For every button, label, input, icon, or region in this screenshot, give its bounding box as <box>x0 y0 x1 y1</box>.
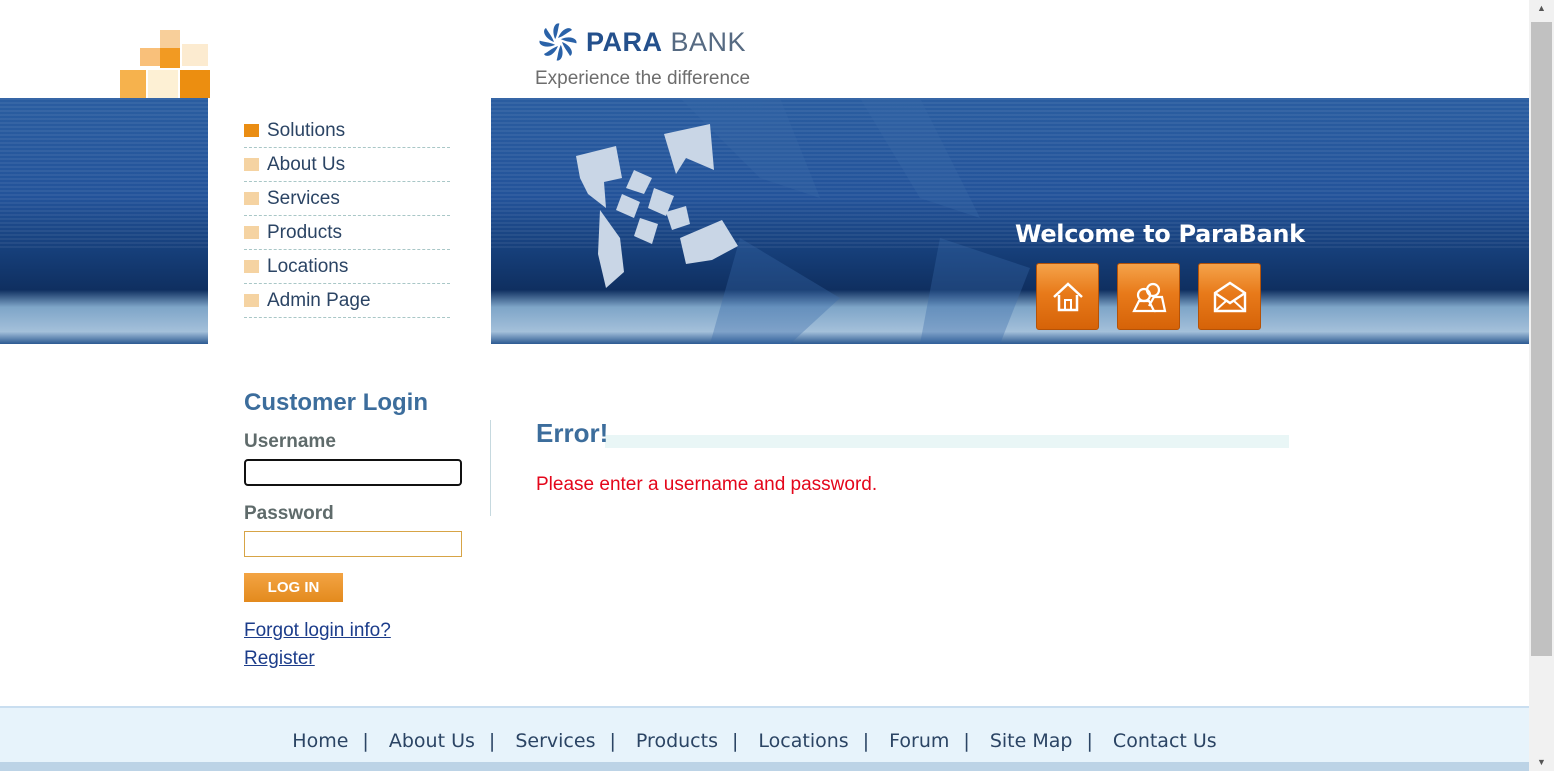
home-button[interactable] <box>1036 263 1099 330</box>
footer-link-products[interactable]: Products <box>636 730 718 752</box>
error-message: Please enter a username and password. <box>536 474 878 495</box>
bullet-icon <box>244 124 259 137</box>
username-label: Username <box>244 431 336 452</box>
login-button[interactable]: LOG IN <box>244 573 343 602</box>
page: PARA BANK Experience the difference Welc… <box>0 0 1554 771</box>
contact-button[interactable] <box>1198 263 1261 330</box>
pinwheel-icon <box>539 23 577 61</box>
bullet-icon <box>244 226 259 239</box>
logo-text: PARA BANK <box>586 26 747 57</box>
nav-item-services[interactable]: Services <box>244 182 450 216</box>
cubes-logo <box>120 30 210 98</box>
error-title: Error! <box>536 418 609 448</box>
about-icon <box>1131 282 1166 312</box>
password-input[interactable] <box>244 531 462 557</box>
nav-item-products[interactable]: Products <box>244 216 450 250</box>
password-label: Password <box>244 503 334 524</box>
vertical-scrollbar[interactable]: ▲ ▼ <box>1529 0 1554 771</box>
customer-login-title: Customer Login <box>244 389 428 416</box>
bullet-icon <box>244 260 259 273</box>
footer-link-site-map[interactable]: Site Map <box>990 730 1073 752</box>
contact-icon <box>1213 281 1246 312</box>
tagline: Experience the difference <box>535 68 751 89</box>
scroll-up-arrow-icon[interactable]: ▲ <box>1529 0 1554 17</box>
nav-item-solutions[interactable]: Solutions <box>244 114 450 148</box>
nav-item-admin-page[interactable]: Admin Page <box>244 284 450 318</box>
bullet-icon <box>244 192 259 205</box>
username-input[interactable] <box>244 459 462 486</box>
about-button[interactable] <box>1117 263 1180 330</box>
nav-item-locations[interactable]: Locations <box>244 250 450 284</box>
forgot-login-link[interactable]: Forgot login info? <box>244 620 391 642</box>
footer-link-services[interactable]: Services <box>515 730 595 752</box>
scroll-down-arrow-icon[interactable]: ▼ <box>1529 754 1554 771</box>
footer-link-locations[interactable]: Locations <box>758 730 848 752</box>
footer-link-forum[interactable]: Forum <box>889 730 949 752</box>
nav-item-about-us[interactable]: About Us <box>244 148 450 182</box>
title-underline <box>605 435 1289 448</box>
arrows-graphic <box>576 98 1030 344</box>
bullet-icon <box>244 294 259 307</box>
home-icon <box>1052 281 1083 311</box>
bullet-icon <box>244 158 259 171</box>
register-link[interactable]: Register <box>244 648 315 670</box>
parabank-logo[interactable]: PARA BANK <box>536 18 746 66</box>
left-nav: Solutions About Us Services Products Loc… <box>244 114 450 318</box>
divider <box>490 420 491 516</box>
footer-link-home[interactable]: Home <box>292 730 348 752</box>
scrollbar-thumb[interactable] <box>1531 22 1552 656</box>
footer-links: Home | About Us | Services | Products | Loca… <box>292 730 1217 752</box>
welcome-text: Welcome to ParaBank <box>1015 220 1305 248</box>
footer-link-about-us[interactable]: About Us <box>389 730 475 752</box>
footer-link-contact-us[interactable]: Contact Us <box>1113 730 1217 752</box>
